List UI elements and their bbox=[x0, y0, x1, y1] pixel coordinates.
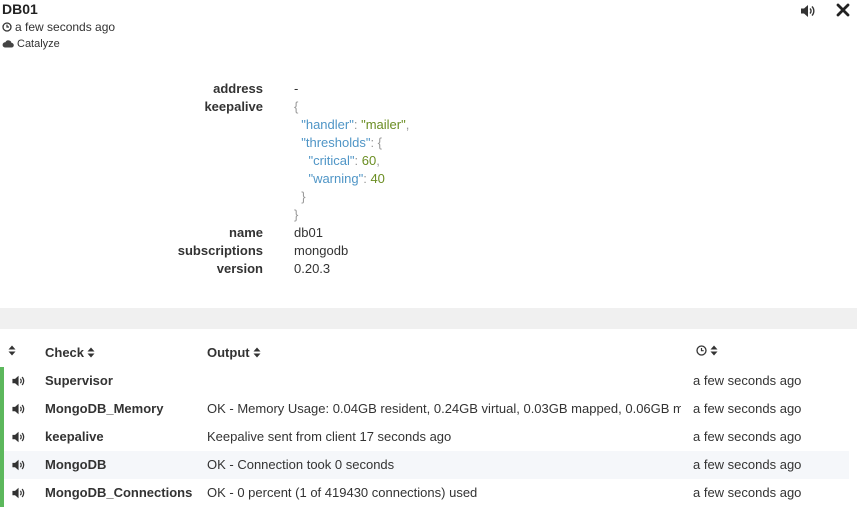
client-datacenter: Catalyze bbox=[2, 38, 60, 50]
json-key: "critical" bbox=[308, 153, 355, 168]
check-time: a few seconds ago bbox=[693, 401, 802, 416]
check-name: MongoDB_Memory bbox=[45, 401, 164, 416]
client-timestamp: a few seconds ago bbox=[2, 20, 115, 34]
volume-icon bbox=[801, 5, 815, 17]
check-time: a few seconds ago bbox=[693, 373, 802, 388]
table-row[interactable]: MongoDB_Connections OK - 0 percent (1 of… bbox=[0, 479, 849, 507]
sort-icon bbox=[8, 345, 16, 356]
table-row[interactable]: keepalive Keepalive sent from client 17 … bbox=[0, 423, 849, 451]
sort-icon bbox=[253, 347, 261, 358]
keepalive-label: keepalive bbox=[204, 99, 263, 114]
volume-icon bbox=[12, 403, 25, 415]
check-name: MongoDB bbox=[45, 457, 107, 472]
check-time: a few seconds ago bbox=[693, 429, 802, 444]
clock-icon bbox=[2, 22, 12, 32]
json-value: "mailer" bbox=[361, 117, 406, 132]
cloud-icon bbox=[2, 39, 14, 49]
check-name: Supervisor bbox=[45, 373, 113, 388]
version-value: 0.20.3 bbox=[294, 261, 331, 276]
volume-icon bbox=[12, 375, 25, 387]
clock-icon bbox=[696, 345, 707, 356]
status-indicator bbox=[0, 395, 4, 423]
silence-client-button[interactable] bbox=[800, 3, 816, 19]
check-output: OK - 0 percent (1 of 419430 connections)… bbox=[207, 485, 478, 500]
json-value: 60 bbox=[361, 153, 377, 168]
volume-icon bbox=[12, 459, 25, 471]
check-output: OK - Connection took 0 seconds bbox=[207, 457, 395, 472]
volume-icon bbox=[12, 431, 25, 443]
check-name: keepalive bbox=[45, 429, 104, 444]
table-row[interactable]: MongoDB OK - Connection took 0 seconds a… bbox=[0, 451, 849, 479]
section-divider bbox=[0, 308, 857, 329]
status-indicator bbox=[0, 423, 4, 451]
sort-icon bbox=[87, 347, 95, 358]
close-icon bbox=[836, 3, 850, 17]
check-header-label: Check bbox=[45, 345, 85, 360]
silence-check-button[interactable] bbox=[11, 402, 27, 416]
check-output: Keepalive sent from client 17 seconds ag… bbox=[207, 429, 452, 444]
json-value: 40 bbox=[370, 171, 385, 186]
silence-check-button[interactable] bbox=[11, 458, 27, 472]
address-label: address bbox=[213, 81, 263, 96]
output-header-label: Output bbox=[207, 345, 250, 360]
status-indicator bbox=[0, 367, 4, 395]
check-column-header[interactable]: Check bbox=[45, 345, 95, 360]
json-key: "warning" bbox=[308, 171, 364, 186]
volume-icon bbox=[12, 487, 25, 499]
datacenter-name: Catalyze bbox=[17, 38, 60, 50]
close-button[interactable] bbox=[836, 3, 852, 19]
version-label: version bbox=[216, 261, 263, 276]
client-name: DB01 bbox=[2, 1, 38, 17]
check-time: a few seconds ago bbox=[693, 485, 802, 500]
sort-icon bbox=[710, 345, 718, 356]
address-value: - bbox=[294, 81, 299, 96]
table-row[interactable]: MongoDB_Memory OK - Memory Usage: 0.04GB… bbox=[0, 395, 849, 423]
check-output: OK - Memory Usage: 0.04GB resident, 0.24… bbox=[207, 401, 681, 416]
subscriptions-label: subscriptions bbox=[177, 243, 263, 258]
check-time: a few seconds ago bbox=[693, 457, 802, 472]
status-indicator bbox=[0, 479, 4, 507]
name-label: name bbox=[229, 225, 263, 240]
check-name: MongoDB_Connections bbox=[45, 485, 193, 500]
silence-check-button[interactable] bbox=[11, 486, 27, 500]
name-value: db01 bbox=[294, 225, 323, 240]
sort-status-header[interactable] bbox=[5, 345, 16, 356]
silence-check-button[interactable] bbox=[11, 374, 27, 388]
output-column-header[interactable]: Output bbox=[207, 345, 261, 360]
json-key: "handler" bbox=[301, 117, 354, 132]
time-column-header[interactable] bbox=[693, 345, 718, 356]
client-time-text: a few seconds ago bbox=[15, 20, 116, 34]
json-key: "thresholds" bbox=[301, 135, 371, 150]
status-indicator bbox=[0, 451, 4, 479]
silence-check-button[interactable] bbox=[11, 430, 27, 444]
table-row[interactable]: Supervisor a few seconds ago bbox=[0, 367, 849, 395]
subscriptions-value: mongodb bbox=[294, 243, 349, 258]
